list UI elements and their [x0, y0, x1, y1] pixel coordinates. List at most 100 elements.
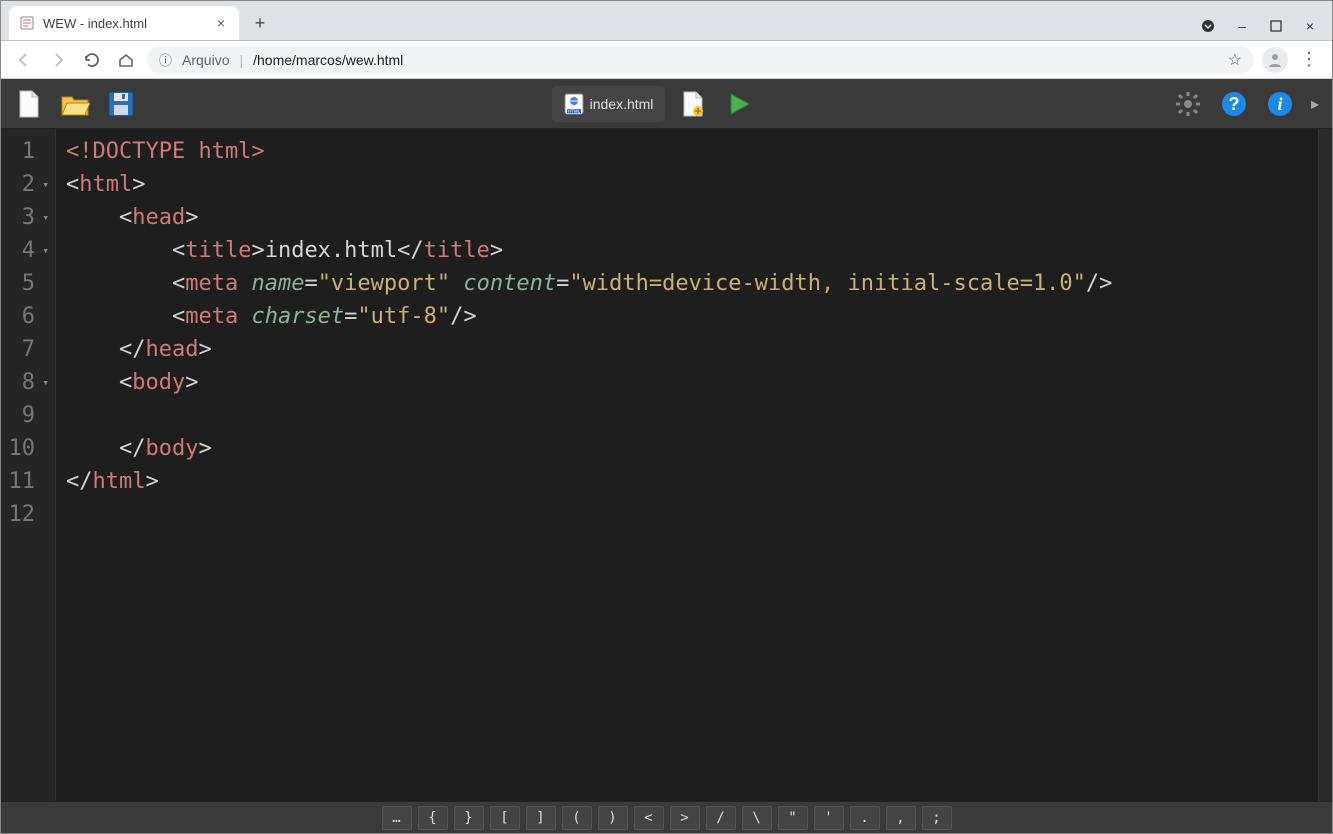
- code-token: "width=device-width, initial-scale=1.0": [569, 271, 1086, 296]
- browser-address-bar: ⓘ Arquivo | /home/marcos/wew.html ☆ ⋮: [1, 41, 1332, 79]
- symbol-button[interactable]: ': [814, 806, 844, 830]
- new-doc-action-button[interactable]: [675, 86, 711, 122]
- code-token: content: [463, 271, 556, 296]
- symbol-button[interactable]: ): [598, 806, 628, 830]
- symbol-button[interactable]: ]: [526, 806, 556, 830]
- code-token: =: [304, 271, 317, 296]
- line-number: 6: [1, 300, 51, 333]
- code-token: <: [119, 205, 132, 230]
- svg-text:i: i: [1277, 94, 1282, 114]
- browser-tab[interactable]: WEW - index.html ×: [9, 6, 239, 40]
- line-number: 1: [1, 135, 51, 168]
- symbol-button[interactable]: >: [670, 806, 700, 830]
- editor-file-tab[interactable]: HTML index.html: [552, 86, 666, 122]
- reload-button[interactable]: [79, 47, 105, 73]
- html-file-icon: HTML: [564, 93, 584, 115]
- new-file-button[interactable]: [11, 86, 47, 122]
- line-number: 12: [1, 498, 51, 531]
- favicon-icon: [19, 15, 35, 31]
- code-token: >: [490, 238, 503, 263]
- code-token: </: [66, 469, 93, 494]
- code-token: <: [172, 304, 185, 329]
- line-number: 5: [1, 267, 51, 300]
- svg-text:HTML: HTML: [567, 108, 580, 113]
- url-path: /home/marcos/wew.html: [253, 52, 403, 68]
- maximize-button[interactable]: [1268, 18, 1284, 34]
- line-number: 9: [1, 399, 51, 432]
- bookmark-star-icon[interactable]: ☆: [1228, 50, 1242, 70]
- code-token: meta: [185, 304, 238, 329]
- back-button[interactable]: [11, 47, 37, 73]
- open-file-button[interactable]: [57, 86, 93, 122]
- info-button[interactable]: i: [1262, 86, 1298, 122]
- help-button[interactable]: ?: [1216, 86, 1252, 122]
- symbol-button[interactable]: }: [454, 806, 484, 830]
- code-token: <: [172, 238, 185, 263]
- symbol-button[interactable]: ;: [922, 806, 952, 830]
- code-token: "viewport": [318, 271, 450, 296]
- caret-down-icon[interactable]: [1200, 18, 1216, 34]
- code-token: title: [185, 238, 251, 263]
- settings-button[interactable]: [1170, 86, 1206, 122]
- code-token: <: [119, 370, 132, 395]
- code-token: />: [1086, 271, 1113, 296]
- code-token: </: [397, 238, 424, 263]
- symbol-button[interactable]: .: [850, 806, 880, 830]
- line-number: 2: [1, 168, 51, 201]
- code-token: charset: [251, 304, 344, 329]
- code-editor[interactable]: 1 2 3 4 5 6 7 8 9 10 11 12 <!DOCTYPE htm…: [1, 129, 1332, 801]
- run-button[interactable]: [721, 86, 757, 122]
- line-number: 3: [1, 201, 51, 234]
- symbol-button[interactable]: <: [634, 806, 664, 830]
- line-number: 10: [1, 432, 51, 465]
- code-token: >: [185, 370, 198, 395]
- code-token: body: [132, 370, 185, 395]
- code-token: >: [145, 469, 158, 494]
- code-token: </: [119, 337, 146, 362]
- code-token: >: [198, 337, 211, 362]
- code-token: index.html: [265, 238, 397, 263]
- symbol-button[interactable]: [: [490, 806, 520, 830]
- code-token: name: [251, 271, 304, 296]
- browser-tabbar: WEW - index.html × + – ×: [1, 1, 1332, 41]
- symbol-button[interactable]: (: [562, 806, 592, 830]
- line-number: 7: [1, 333, 51, 366]
- line-number: 4: [1, 234, 51, 267]
- editor-app: HTML index.html ? i ▸ 1 2 3: [1, 79, 1332, 833]
- code-content[interactable]: <!DOCTYPE html> <html> <head> <title>ind…: [56, 129, 1318, 801]
- symbol-button[interactable]: \: [742, 806, 772, 830]
- line-number-gutter: 1 2 3 4 5 6 7 8 9 10 11 12: [1, 129, 56, 801]
- toolbar-overflow-icon[interactable]: ▸: [1308, 94, 1322, 114]
- symbol-button[interactable]: /: [706, 806, 736, 830]
- code-token: title: [424, 238, 490, 263]
- code-token: "utf-8": [357, 304, 450, 329]
- minimize-button[interactable]: –: [1234, 18, 1250, 34]
- symbol-button[interactable]: ": [778, 806, 808, 830]
- editor-file-tab-label: index.html: [590, 96, 654, 112]
- code-token: <: [172, 271, 185, 296]
- window-controls: – ×: [1200, 18, 1332, 40]
- browser-tab-title: WEW - index.html: [43, 16, 147, 31]
- symbol-button[interactable]: …: [382, 806, 412, 830]
- symbol-button[interactable]: {: [418, 806, 448, 830]
- vertical-scrollbar[interactable]: [1318, 129, 1332, 801]
- tab-close-icon[interactable]: ×: [213, 15, 229, 31]
- code-token: head: [145, 337, 198, 362]
- url-input[interactable]: ⓘ Arquivo | /home/marcos/wew.html ☆: [147, 46, 1254, 74]
- browser-menu-icon[interactable]: ⋮: [1296, 47, 1322, 73]
- code-token: html: [93, 469, 146, 494]
- code-token: >: [251, 238, 264, 263]
- site-info-icon[interactable]: ⓘ: [159, 50, 172, 69]
- new-tab-button[interactable]: +: [245, 8, 275, 38]
- code-token: head: [132, 205, 185, 230]
- code-token: =: [556, 271, 569, 296]
- symbol-bar: … { } [ ] ( ) < > / \ " ' . , ;: [1, 801, 1332, 833]
- forward-button[interactable]: [45, 47, 71, 73]
- url-separator: |: [239, 52, 243, 68]
- symbol-button[interactable]: ,: [886, 806, 916, 830]
- close-window-button[interactable]: ×: [1302, 18, 1318, 34]
- save-file-button[interactable]: [103, 86, 139, 122]
- editor-toolbar: HTML index.html ? i ▸: [1, 79, 1332, 129]
- home-button[interactable]: [113, 47, 139, 73]
- profile-avatar-icon[interactable]: [1262, 47, 1288, 73]
